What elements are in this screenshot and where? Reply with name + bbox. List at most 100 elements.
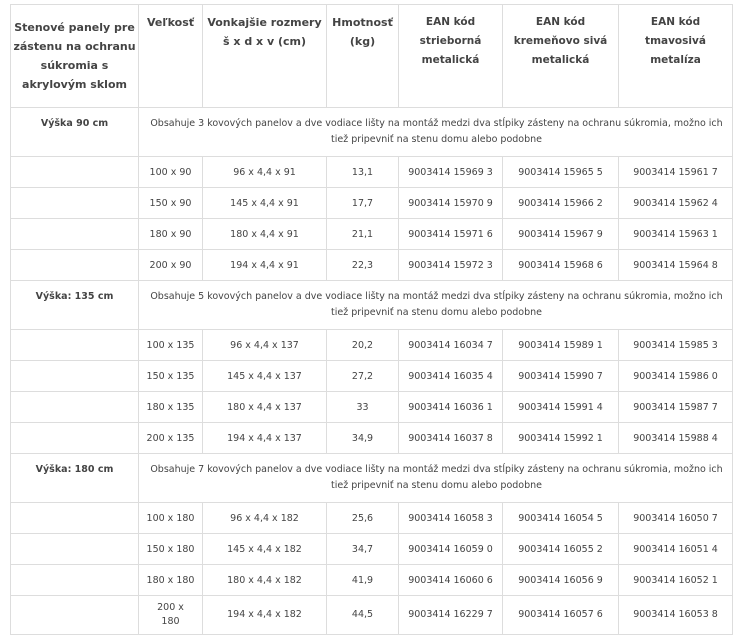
section-label: Výška: 135 cm bbox=[10, 280, 139, 330]
spec-table: Stenové panely pre zástenu na ochranu sú… bbox=[10, 4, 733, 635]
cell-ean-quartz: 9003414 15991 4 bbox=[502, 391, 619, 423]
cell-dimensions: 194 x 4,4 x 137 bbox=[202, 422, 327, 454]
cell-ean-quartz: 9003414 16056 9 bbox=[502, 564, 619, 596]
empty-cell bbox=[10, 391, 139, 423]
cell-ean-quartz: 9003414 15967 9 bbox=[502, 218, 619, 250]
cell-ean-dark: 9003414 15986 0 bbox=[618, 360, 733, 392]
cell-ean-quartz: 9003414 16054 5 bbox=[502, 502, 619, 534]
cell-ean-quartz: 9003414 15968 6 bbox=[502, 249, 619, 281]
table-row: 180 x 180 180 x 4,4 x 182 41,9 9003414 1… bbox=[10, 564, 733, 596]
cell-ean-silver: 9003414 16036 1 bbox=[398, 391, 503, 423]
table-row: 200 x 135 194 x 4,4 x 137 34,9 9003414 1… bbox=[10, 422, 733, 454]
header-size: Veľkosť bbox=[138, 4, 203, 108]
header-panels: Stenové panely pre zástenu na ochranu sú… bbox=[10, 4, 139, 108]
cell-ean-quartz: 9003414 16057 6 bbox=[502, 595, 619, 635]
section-row: Výška 90 cm Obsahuje 3 kovových panelov … bbox=[10, 107, 733, 157]
empty-cell bbox=[10, 218, 139, 250]
table-row: 200 x 180 194 x 4,4 x 182 44,5 9003414 1… bbox=[10, 595, 733, 635]
cell-dimensions: 145 x 4,4 x 91 bbox=[202, 187, 327, 219]
empty-cell bbox=[10, 156, 139, 188]
cell-weight: 21,1 bbox=[326, 218, 399, 250]
cell-ean-silver: 9003414 15969 3 bbox=[398, 156, 503, 188]
table-row: 150 x 180 145 x 4,4 x 182 34,7 9003414 1… bbox=[10, 533, 733, 565]
cell-size: 150 x 180 bbox=[138, 533, 203, 565]
cell-size: 100 x 135 bbox=[138, 329, 203, 361]
cell-ean-quartz: 9003414 15965 5 bbox=[502, 156, 619, 188]
table-row: 200 x 90 194 x 4,4 x 91 22,3 9003414 159… bbox=[10, 249, 733, 281]
table-row: 180 x 135 180 x 4,4 x 137 33 9003414 160… bbox=[10, 391, 733, 423]
cell-ean-dark: 9003414 16053 8 bbox=[618, 595, 733, 635]
cell-ean-silver: 9003414 16034 7 bbox=[398, 329, 503, 361]
cell-ean-quartz: 9003414 16055 2 bbox=[502, 533, 619, 565]
header-ean-quartz: EAN kód kremeňovo sivá metalická bbox=[502, 4, 619, 108]
cell-dimensions: 96 x 4,4 x 182 bbox=[202, 502, 327, 534]
section-label: Výška: 180 cm bbox=[10, 453, 139, 503]
cell-size: 180 x 90 bbox=[138, 218, 203, 250]
cell-ean-silver: 9003414 16060 6 bbox=[398, 564, 503, 596]
cell-size: 100 x 180 bbox=[138, 502, 203, 534]
cell-ean-silver: 9003414 16035 4 bbox=[398, 360, 503, 392]
section-label: Výška 90 cm bbox=[10, 107, 139, 157]
cell-weight: 34,9 bbox=[326, 422, 399, 454]
cell-ean-dark: 9003414 15962 4 bbox=[618, 187, 733, 219]
cell-ean-dark: 9003414 15987 7 bbox=[618, 391, 733, 423]
cell-ean-dark: 9003414 16052 1 bbox=[618, 564, 733, 596]
empty-cell bbox=[10, 329, 139, 361]
cell-ean-silver: 9003414 16037 8 bbox=[398, 422, 503, 454]
cell-size: 180 x 180 bbox=[138, 564, 203, 596]
cell-weight: 17,7 bbox=[326, 187, 399, 219]
cell-ean-silver: 9003414 15972 3 bbox=[398, 249, 503, 281]
empty-cell bbox=[10, 249, 139, 281]
cell-ean-dark: 9003414 15961 7 bbox=[618, 156, 733, 188]
table-row: 150 x 90 145 x 4,4 x 91 17,7 9003414 159… bbox=[10, 187, 733, 219]
header-dimensions: Vonkajšie rozmery š x d x v (cm) bbox=[202, 4, 327, 108]
cell-dimensions: 180 x 4,4 x 91 bbox=[202, 218, 327, 250]
cell-size: 200 x 90 bbox=[138, 249, 203, 281]
cell-weight: 20,2 bbox=[326, 329, 399, 361]
header-row: Stenové panely pre zástenu na ochranu sú… bbox=[10, 4, 733, 108]
empty-cell bbox=[10, 502, 139, 534]
header-ean-silver: EAN kód strieborná metalická bbox=[398, 4, 503, 108]
cell-weight: 27,2 bbox=[326, 360, 399, 392]
cell-dimensions: 145 x 4,4 x 182 bbox=[202, 533, 327, 565]
empty-cell bbox=[10, 187, 139, 219]
cell-weight: 33 bbox=[326, 391, 399, 423]
table-row: 100 x 180 96 x 4,4 x 182 25,6 9003414 16… bbox=[10, 502, 733, 534]
cell-ean-silver: 9003414 15970 9 bbox=[398, 187, 503, 219]
cell-size: 150 x 90 bbox=[138, 187, 203, 219]
cell-ean-silver: 9003414 15971 6 bbox=[398, 218, 503, 250]
section-description: Obsahuje 5 kovových panelov a dve vodiac… bbox=[138, 280, 733, 330]
cell-size: 100 x 90 bbox=[138, 156, 203, 188]
cell-ean-quartz: 9003414 15990 7 bbox=[502, 360, 619, 392]
table-row: 100 x 135 96 x 4,4 x 137 20,2 9003414 16… bbox=[10, 329, 733, 361]
cell-dimensions: 96 x 4,4 x 137 bbox=[202, 329, 327, 361]
cell-size: 150 x 135 bbox=[138, 360, 203, 392]
empty-cell bbox=[10, 360, 139, 392]
cell-ean-dark: 9003414 16051 4 bbox=[618, 533, 733, 565]
cell-ean-dark: 9003414 15985 3 bbox=[618, 329, 733, 361]
section-description: Obsahuje 7 kovových panelov a dve vodiac… bbox=[138, 453, 733, 503]
empty-cell bbox=[10, 533, 139, 565]
cell-size: 200 x 180 bbox=[138, 595, 203, 635]
table-row: 180 x 90 180 x 4,4 x 91 21,1 9003414 159… bbox=[10, 218, 733, 250]
table-row: 100 x 90 96 x 4,4 x 91 13,1 9003414 1596… bbox=[10, 156, 733, 188]
header-ean-dark: EAN kód tmavosivá metalíza bbox=[618, 4, 733, 108]
cell-ean-quartz: 9003414 15992 1 bbox=[502, 422, 619, 454]
cell-ean-quartz: 9003414 15989 1 bbox=[502, 329, 619, 361]
cell-dimensions: 194 x 4,4 x 91 bbox=[202, 249, 327, 281]
page: Stenové panely pre zástenu na ochranu sú… bbox=[0, 0, 741, 636]
cell-weight: 34,7 bbox=[326, 533, 399, 565]
cell-ean-silver: 9003414 16229 7 bbox=[398, 595, 503, 635]
cell-weight: 44,5 bbox=[326, 595, 399, 635]
empty-cell bbox=[10, 422, 139, 454]
cell-dimensions: 180 x 4,4 x 137 bbox=[202, 391, 327, 423]
cell-ean-silver: 9003414 16059 0 bbox=[398, 533, 503, 565]
cell-ean-silver: 9003414 16058 3 bbox=[398, 502, 503, 534]
cell-weight: 13,1 bbox=[326, 156, 399, 188]
cell-size: 200 x 135 bbox=[138, 422, 203, 454]
cell-ean-dark: 9003414 16050 7 bbox=[618, 502, 733, 534]
cell-size: 180 x 135 bbox=[138, 391, 203, 423]
cell-ean-dark: 9003414 15963 1 bbox=[618, 218, 733, 250]
cell-weight: 41,9 bbox=[326, 564, 399, 596]
empty-cell bbox=[10, 564, 139, 596]
